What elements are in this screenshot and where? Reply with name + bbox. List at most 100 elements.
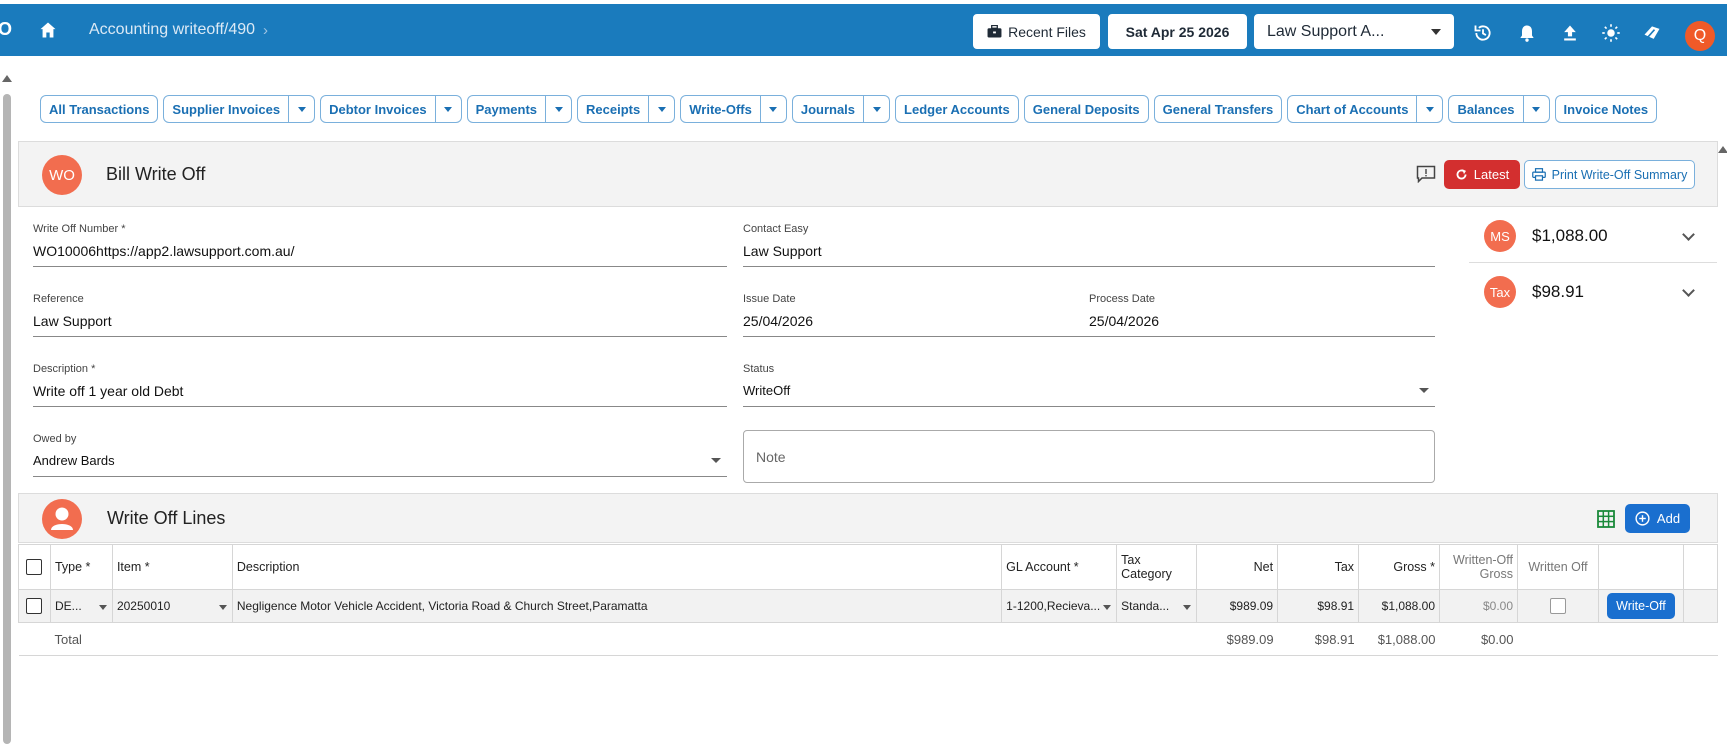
scroll-thumb[interactable] [3,94,11,744]
nav-supplier-invoices[interactable]: Supplier Invoices [163,95,290,123]
bell-icon[interactable] [1517,23,1537,43]
section-title: Write Off Lines [107,508,226,528]
nav-chart-of-accounts[interactable]: Chart of Accounts [1287,95,1418,123]
tax-category-select[interactable]: Standa... [1116,589,1198,623]
owed-by-value[interactable]: Andrew Bards [33,453,727,477]
written-off-gross-cell: $0.00 [1439,589,1518,623]
nav-payments[interactable]: Payments [466,95,547,123]
nav-all-transactions[interactable]: All Transactions [40,95,159,123]
nav-payments-dropdown[interactable] [546,95,573,123]
col-written-off[interactable]: Written Off [1517,544,1599,590]
nav-invoice-notes[interactable]: Invoice Notes [1554,95,1658,123]
nav-journals-group: Journals [791,95,891,123]
col-written-off-gross[interactable]: Written-Off Gross [1439,544,1518,590]
nav-balances-dropdown[interactable] [1523,95,1550,123]
nav-general-deposits[interactable]: General Deposits [1023,95,1149,123]
nav-chart-of-accounts-dropdown[interactable] [1417,95,1444,123]
description-field[interactable]: Description * Write off 1 year old Debt [33,363,727,407]
history-icon[interactable] [1473,23,1493,43]
description-label: Description * [33,363,96,375]
nav-debtor-invoices-dropdown[interactable] [435,95,462,123]
reference-label: Reference [33,293,84,305]
process-date-field[interactable]: Process Date 25/04/2026 [1089,293,1435,337]
person-icon [51,507,73,530]
nav-journals-dropdown[interactable] [864,95,891,123]
status-select[interactable]: Status WriteOff [743,363,1435,407]
nav-receipts[interactable]: Receipts [577,95,650,123]
tax-amount: $98.91 [1532,282,1584,301]
written-off-checkbox[interactable] [1549,598,1566,614]
contact-field[interactable]: Contact Easy Law Support [743,223,1435,267]
col-item[interactable]: Item * [111,544,233,590]
user-avatar[interactable]: Q [1685,21,1715,51]
status-value[interactable]: WriteOff [743,383,1435,407]
description-cell[interactable]: Negligence Motor Vehicle Accident, Victo… [231,589,1003,623]
person-avatar [42,499,82,539]
nav-general-transfers[interactable]: General Transfers [1153,95,1283,123]
reference-value[interactable]: Law Support [33,313,727,337]
type-select[interactable]: DE... [49,589,113,623]
note-input[interactable]: Note [743,430,1435,483]
briefcase-icon [987,25,1002,38]
nav-ledger-accounts[interactable]: Ledger Accounts [895,95,1019,123]
col-description[interactable]: Description [231,544,1003,590]
tax-category-value: Standa... [1121,599,1170,614]
caret-down-icon [1103,605,1112,610]
feedback-icon[interactable] [1416,165,1436,183]
tax-amount-row[interactable]: Tax $98.91 [1469,266,1717,318]
nav-journals[interactable]: Journals [791,95,865,123]
total-blank-cell [1598,622,1684,656]
home-icon[interactable] [38,20,58,40]
scroll-up-arrow-icon[interactable] [2,75,12,82]
caret-down-icon [872,106,881,112]
spreadsheet-icon[interactable] [1597,510,1615,528]
write-off-number-label: Write Off Number * [33,223,126,235]
recent-files-button[interactable]: Recent Files [973,14,1100,49]
note-placeholder: Note [756,449,786,465]
col-gross[interactable]: Gross * [1358,544,1441,590]
chevron-down-icon[interactable] [1682,228,1695,241]
plus-circle-icon [1635,511,1650,526]
chevron-down-icon[interactable] [1682,284,1695,297]
process-date-value[interactable]: 25/04/2026 [1089,313,1435,337]
contact-value[interactable]: Law Support [743,243,1435,267]
organisation-select[interactable]: Law Support A... [1254,14,1454,49]
row-checkbox[interactable] [26,598,43,614]
nav-supplier-invoices-dropdown[interactable] [289,95,316,123]
col-gl-account[interactable]: GL Account * [1001,544,1118,590]
print-write-off-summary-button[interactable]: Print Write-Off Summary [1524,160,1695,189]
recent-files-label: Recent Files [1008,23,1086,40]
nav-write-offs-dropdown[interactable] [760,95,787,123]
description-value[interactable]: Write off 1 year old Debt [33,383,727,407]
upload-icon[interactable] [1560,23,1580,43]
select-all-checkbox[interactable] [26,559,43,575]
write-off-number-field[interactable]: Write Off Number * WO10006https://app2.l… [33,223,727,267]
nav-write-offs[interactable]: Write-Offs [680,95,761,123]
col-type[interactable]: Type * [49,544,113,590]
total-amount-row[interactable]: MS $1,088.00 [1469,210,1717,262]
owed-by-select[interactable]: Owed by Andrew Bards [33,433,727,477]
col-tax-category[interactable]: Tax Category [1116,544,1198,590]
latest-label: Latest [1473,167,1510,182]
col-tax[interactable]: Tax [1277,544,1360,590]
nav-balances[interactable]: Balances [1448,95,1524,123]
nav-debtor-invoices[interactable]: Debtor Invoices [320,95,436,123]
left-scrollbar[interactable] [0,70,14,744]
gl-account-select[interactable]: 1-1200,Recieva... [1001,589,1118,623]
latest-button[interactable]: Latest [1444,160,1520,189]
write-off-button[interactable]: Write-Off [1607,593,1675,619]
date-button[interactable]: Sat Apr 25 2026 [1108,14,1247,49]
item-select[interactable]: 20250010 [111,589,233,623]
add-line-button[interactable]: Add [1625,504,1690,533]
issue-date-value[interactable]: 25/04/2026 [743,313,1089,337]
issue-date-field[interactable]: Issue Date 25/04/2026 [743,293,1089,337]
reference-field[interactable]: Reference Law Support [33,293,727,337]
right-scroll-up-arrow-icon[interactable] [1718,146,1727,153]
col-net[interactable]: Net [1196,544,1279,590]
nav-receipts-dropdown[interactable] [649,95,676,123]
brightness-icon[interactable] [1601,23,1621,43]
write-off-number-value[interactable]: WO10006https://app2.lawsupport.com.au/ [33,243,727,267]
breadcrumb-current[interactable]: Accounting writeoff/490 [89,21,255,39]
tag-icon[interactable] [1642,23,1662,43]
total-tax: $98.91 [1277,622,1359,656]
